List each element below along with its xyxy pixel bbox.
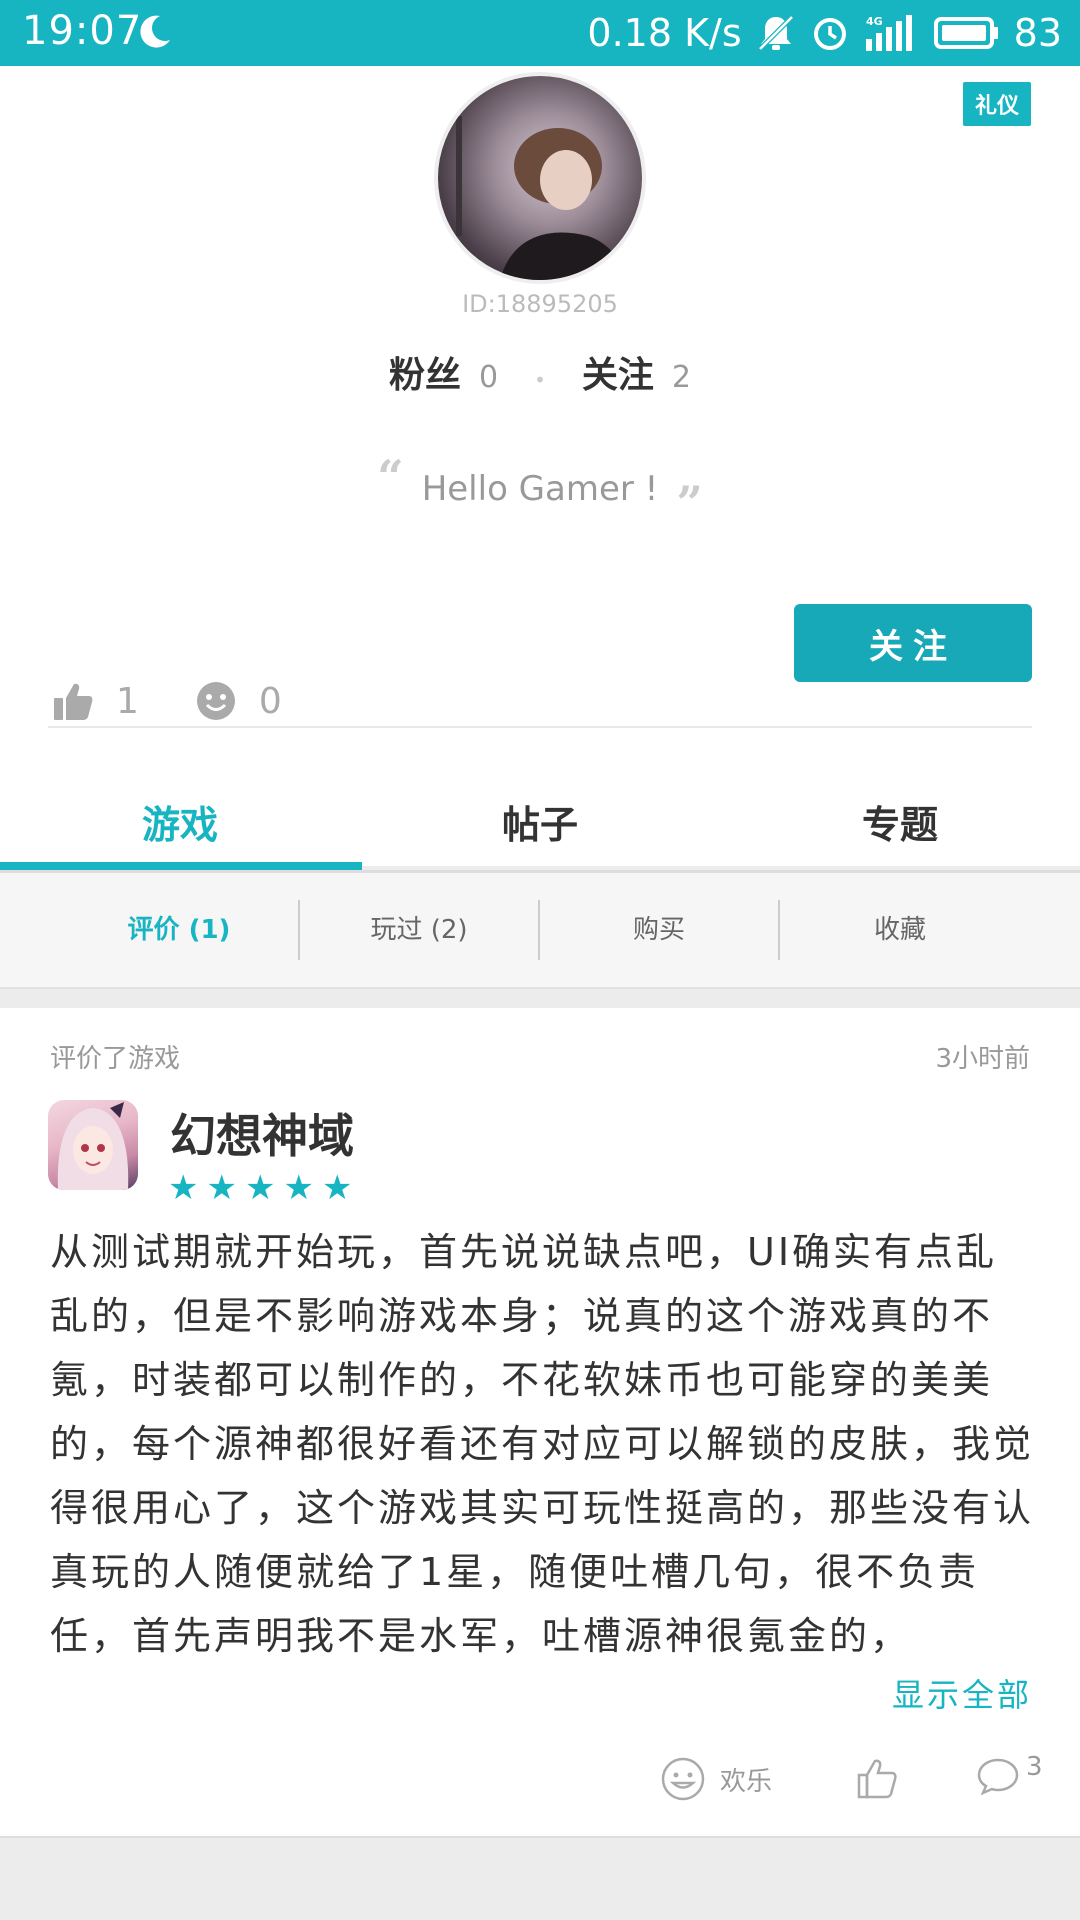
main-tabs: 游戏 帖子 专题	[0, 766, 1080, 866]
subtab-favorites[interactable]: 收藏	[780, 900, 1020, 960]
comment-icon	[977, 1758, 1019, 1796]
game-name[interactable]: 幻想神域	[170, 1100, 354, 1166]
battery-icon	[933, 17, 998, 49]
tab-posts[interactable]: 帖子	[360, 766, 720, 866]
smiley-icon	[661, 1757, 705, 1801]
avatar-image	[456, 116, 627, 280]
review-text[interactable]: 从测试期就开始玩，首先说说缺点吧，UI确实有点乱乱的，但是不影响游戏本身；说真的…	[50, 1220, 1035, 1668]
game-icon-art	[57, 1102, 129, 1190]
close-quote-icon: ”	[676, 476, 703, 530]
motto-text: Hello Gamer !	[421, 469, 659, 509]
happy-count: 0	[258, 680, 282, 722]
review-card: 评价了游戏 3小时前 幻想神域 ★ ★ ★ ★ ★ 从测试期就开始玩，首先说说缺…	[0, 1008, 1080, 1836]
review-time: 3小时前	[935, 1044, 1030, 1074]
active-tab-indicator	[0, 862, 362, 870]
follow-stats: 粉丝 0 • 关注 2	[0, 346, 1080, 398]
star-icon: ★	[283, 1168, 314, 1208]
thumbs-up-icon[interactable]	[52, 680, 94, 722]
status-time: 19:07	[22, 8, 143, 54]
tab-games[interactable]: 游戏	[0, 766, 360, 866]
subtab-played[interactable]: 玩过 (2)	[300, 900, 540, 960]
status-right: 0.18 K/s 4G 83	[587, 8, 1062, 58]
show-all-link[interactable]: 显示全部	[892, 1670, 1032, 1716]
review-actions: 欢乐 3	[0, 1752, 1080, 1816]
bottom-spacer	[0, 1836, 1080, 1920]
happy-face-icon[interactable]	[195, 680, 237, 722]
likes-count: 1	[116, 680, 139, 722]
follow-button[interactable]: 关注	[794, 604, 1032, 682]
motto: “ Hello Gamer ! ”	[0, 450, 1080, 530]
happy-label: 欢乐	[720, 1766, 773, 1797]
subtab-purchased[interactable]: 购买	[540, 900, 780, 960]
fans-count: 0	[479, 360, 499, 395]
divider	[48, 726, 1032, 728]
status-bar: 19:07 0.18 K/s 4G 83	[0, 0, 1080, 66]
following-label[interactable]: 关注	[582, 346, 654, 398]
review-meta: 评价了游戏	[50, 1044, 181, 1074]
svg-text:4G: 4G	[866, 15, 883, 28]
comment-action[interactable]: 3	[976, 1752, 1043, 1796]
avatar[interactable]	[434, 72, 646, 284]
star-icon: ★	[206, 1168, 237, 1208]
happy-reaction[interactable]: 欢乐	[660, 1756, 772, 1802]
fans-label[interactable]: 粉丝	[389, 346, 461, 398]
star-icon: ★	[321, 1168, 353, 1208]
like-action[interactable]	[856, 1756, 900, 1800]
alarm-icon	[813, 18, 846, 50]
sub-tabs: 评价 (1) 玩过 (2) 购买 收藏	[0, 873, 1080, 989]
star-icon: ★	[244, 1168, 276, 1208]
star-icon: ★	[168, 1168, 199, 1208]
thumbs-up-outline-icon	[857, 1759, 897, 1799]
network-speed: 0.18 K/s	[587, 11, 742, 55]
battery-level: 83	[1013, 11, 1062, 55]
open-quote-icon: “	[377, 450, 404, 504]
user-id: ID:18895205	[462, 290, 618, 318]
game-icon[interactable]	[48, 1100, 138, 1190]
rating-stars: ★ ★ ★ ★ ★	[168, 1168, 352, 1208]
moon-icon	[140, 15, 170, 48]
mute-bell-icon	[757, 15, 794, 51]
subtab-reviews[interactable]: 评价 (1)	[60, 900, 300, 960]
comment-count: 3	[1026, 1752, 1043, 1782]
profile-header: 礼仪 ID:18895205 粉丝 0 • 关注 2 “ Hello Gamer…	[0, 66, 1080, 866]
signal-icon: 4G	[865, 15, 912, 51]
tab-topics[interactable]: 专题	[720, 766, 1080, 866]
profile-reactions: 1 0	[52, 680, 338, 722]
etiquette-badge[interactable]: 礼仪	[962, 82, 1031, 126]
separator-dot: •	[534, 368, 546, 392]
following-count: 2	[671, 360, 691, 395]
